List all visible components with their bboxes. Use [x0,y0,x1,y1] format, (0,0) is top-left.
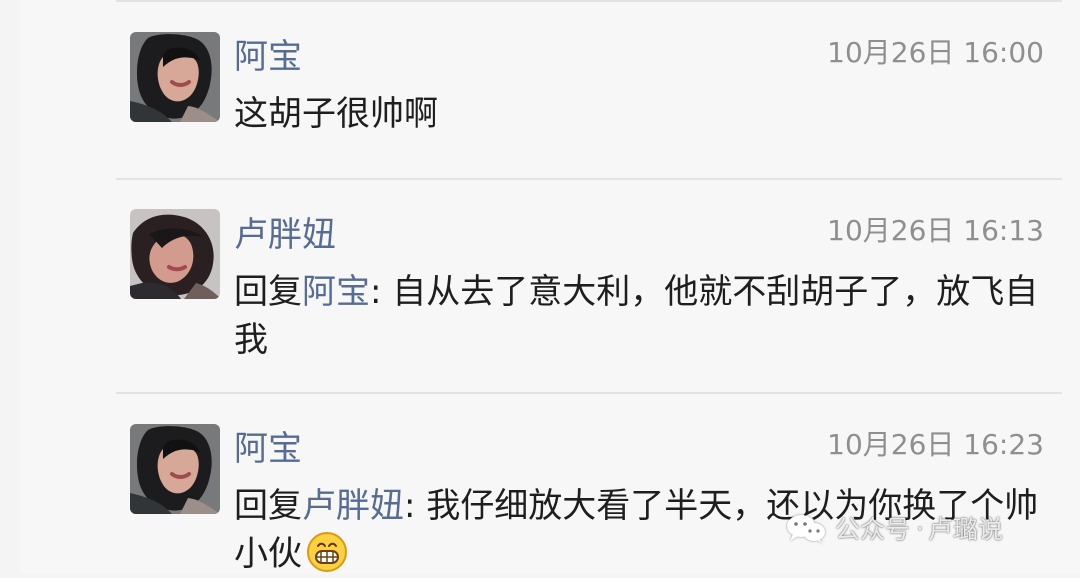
watermark-platform: 公众号 [835,515,911,544]
woman-avatar-icon [130,32,220,122]
comment-feed: 阿宝 10月26日 16:00 这胡子很帅啊 卢胖妞 10月26日 16:13 … [20,0,1080,574]
avatar[interactable] [130,209,220,299]
comment-text: 这胡子很帅啊 [234,90,1064,138]
watermark-separator: · [916,513,924,543]
comment-time: 10月26日 16:23 [827,428,1044,461]
wechat-icon [787,515,825,544]
comment-time: 10月26日 16:13 [827,214,1044,247]
woman-avatar-icon [130,424,220,514]
reply-target-name[interactable]: 卢胖妞 [302,486,404,526]
avatar[interactable] [130,424,220,514]
comment-item: 阿宝 10月26日 16:00 这胡子很帅啊 [20,0,1080,178]
commenter-name[interactable]: 卢胖妞 [234,215,336,255]
reply-separator: : [404,486,427,526]
comment-time: 10月26日 16:00 [827,36,1044,69]
commenter-name[interactable]: 阿宝 [234,37,302,77]
reply-target-name[interactable]: 阿宝 [302,272,370,312]
comment-item: 卢胖妞 10月26日 16:13 回复阿宝: 自从去了意大利，他就不刮胡子了，放… [20,180,1080,392]
grin-emoji-icon [307,532,347,572]
avatar[interactable] [130,32,220,122]
commenter-name[interactable]: 阿宝 [234,429,302,469]
reply-prefix: 回复 [234,272,302,312]
reply-separator: : [370,272,393,312]
reply-prefix: 回复 [234,486,302,526]
comment-text: 回复阿宝: 自从去了意大利，他就不刮胡子了，放飞自我 [234,268,1064,364]
comment-body: 这胡子很帅啊 [234,94,438,134]
woman-avatar-icon [130,209,220,299]
wechat-official-account-watermark: 公众号 · 卢璐说 [785,508,1003,548]
watermark-account: 卢璐说 [927,515,1003,544]
